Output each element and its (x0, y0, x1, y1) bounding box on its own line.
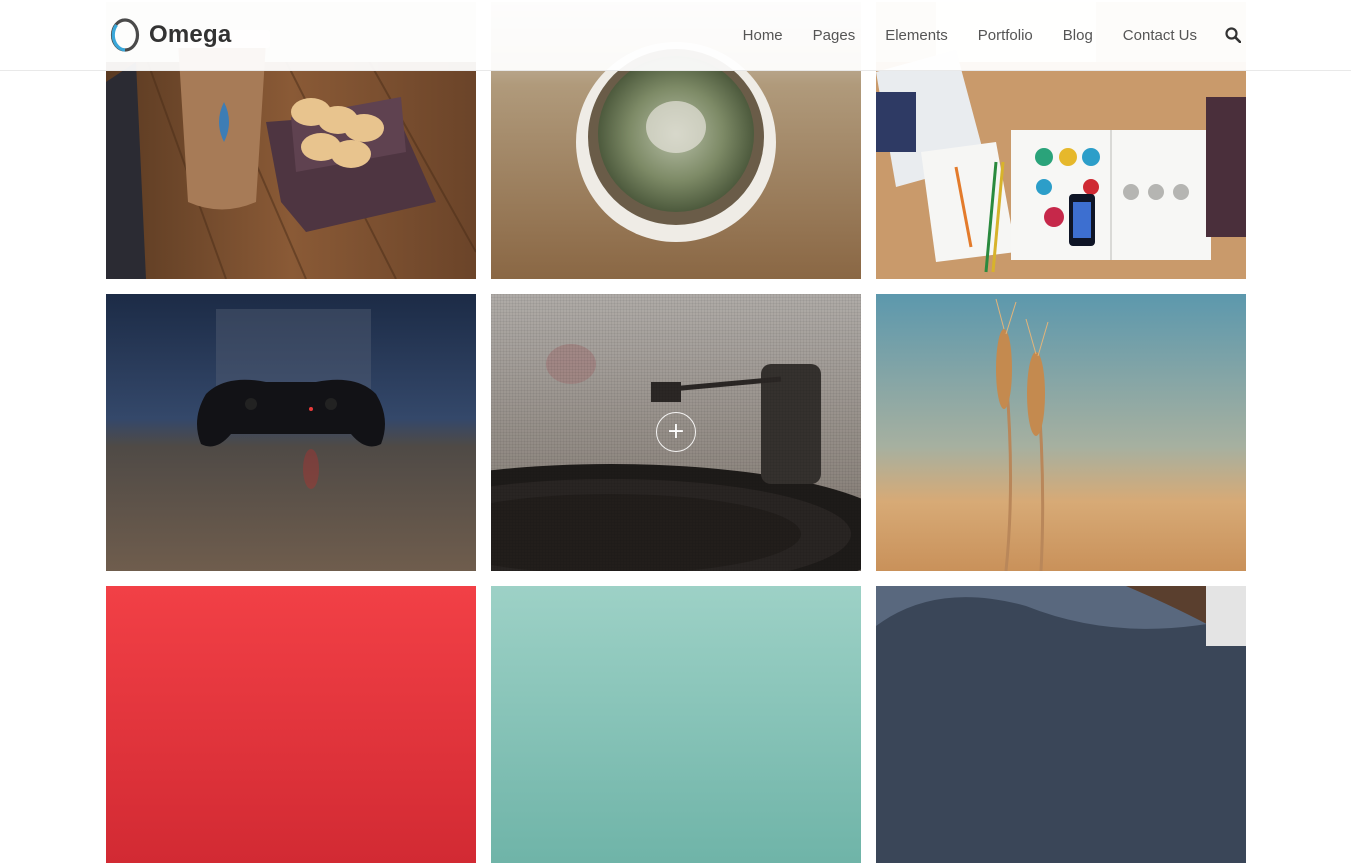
nav-item-pages[interactable]: Pages (813, 27, 856, 44)
portfolio-item[interactable] (106, 586, 476, 863)
portfolio-item[interactable] (106, 294, 476, 571)
logo-link[interactable]: Omega (110, 16, 231, 54)
nav-item-blog[interactable]: Blog (1063, 27, 1093, 44)
portfolio-item[interactable] (876, 586, 1246, 863)
portfolio-image-wheat (876, 294, 1246, 571)
portfolio-item[interactable] (491, 586, 861, 863)
plus-icon[interactable]: + (656, 412, 696, 452)
nav-item-contact-us[interactable]: Contact Us (1123, 27, 1197, 44)
portfolio-item[interactable] (876, 294, 1246, 571)
portfolio-item-active[interactable]: + (491, 294, 861, 571)
portfolio-image-teal (491, 586, 861, 863)
site-header: Omega Home Pages Elements Portfolio Blog… (0, 0, 1351, 71)
nav-item-home[interactable]: Home (743, 27, 783, 44)
search-icon[interactable] (1225, 27, 1241, 43)
nav-item-elements[interactable]: Elements (885, 27, 948, 44)
main-nav: Home Pages Elements Portfolio Blog Conta… (713, 0, 1241, 70)
logo-icon (110, 18, 140, 52)
portfolio-image-denim (876, 586, 1246, 863)
portfolio-image-controller (106, 294, 476, 571)
nav-item-portfolio[interactable]: Portfolio (978, 27, 1033, 44)
portfolio-image-red (106, 586, 476, 863)
logo-text: Omega (149, 21, 232, 48)
